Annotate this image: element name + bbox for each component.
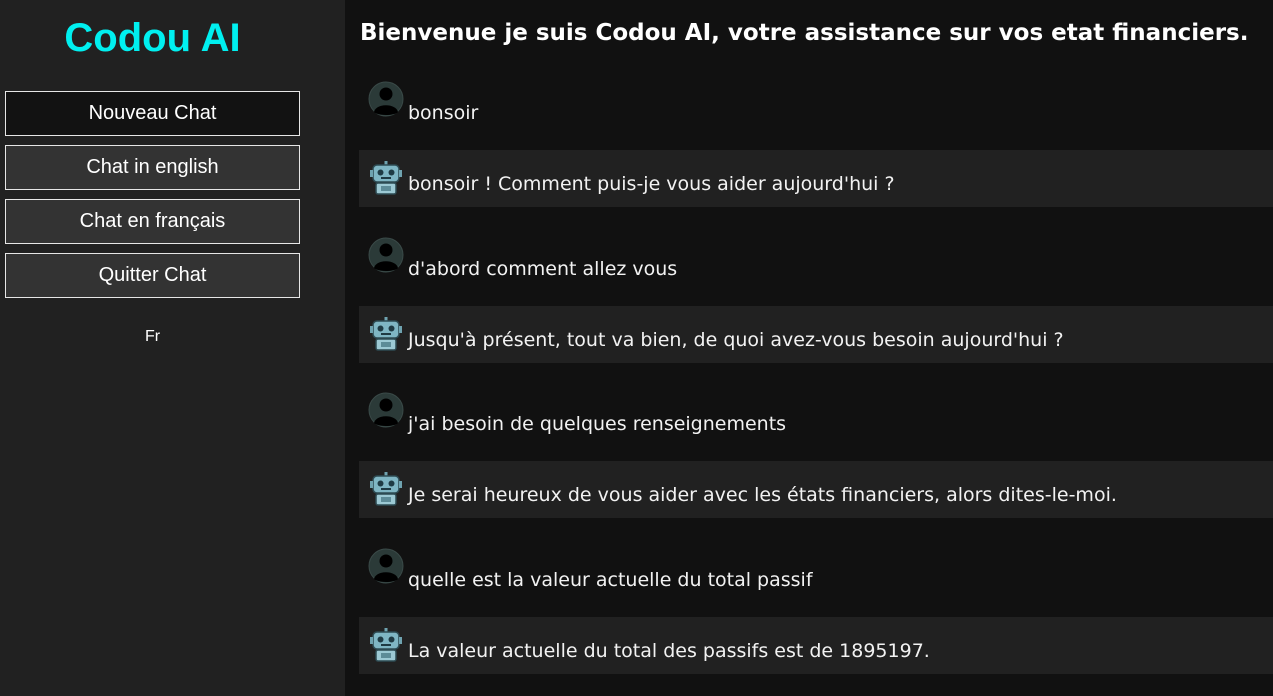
- chat-message-bot: bonsoir ! Comment puis-je vous aider auj…: [359, 150, 1273, 207]
- user-avatar-icon: [368, 237, 404, 273]
- chat-french-button[interactable]: Chat en français: [5, 199, 300, 244]
- message-text: La valeur actuelle du total des passifs …: [408, 640, 930, 662]
- quit-chat-button[interactable]: Quitter Chat: [5, 253, 300, 298]
- sidebar: Codou AI Nouveau Chat Chat in english Ch…: [0, 0, 345, 696]
- chat-message-bot: La valeur actuelle du total des passifs …: [359, 617, 1273, 674]
- new-chat-button[interactable]: Nouveau Chat: [5, 91, 300, 136]
- message-text: bonsoir ! Comment puis-je vous aider auj…: [408, 173, 895, 195]
- robot-avatar-icon: [368, 627, 404, 663]
- language-indicator: Fr: [144, 328, 161, 345]
- message-text: Je serai heureux de vous aider avec les …: [408, 484, 1117, 506]
- chat-message-user: bonsoir: [359, 79, 1273, 136]
- chat-message-bot: Jusqu'à présent, tout va bien, de quoi a…: [359, 306, 1273, 363]
- chat-area: Bienvenue je suis Codou AI, votre assist…: [345, 0, 1273, 696]
- app-logo-title: Codou AI: [64, 16, 241, 60]
- chat-english-button[interactable]: Chat in english: [5, 145, 300, 190]
- page-title: Bienvenue je suis Codou AI, votre assist…: [360, 20, 1249, 46]
- robot-avatar-icon: [368, 471, 404, 507]
- robot-avatar-icon: [368, 316, 404, 352]
- robot-avatar-icon: [368, 160, 404, 196]
- message-text: j'ai besoin de quelques renseignements: [408, 413, 787, 435]
- user-avatar-icon: [368, 392, 404, 428]
- user-avatar-icon: [368, 81, 404, 117]
- message-text: quelle est la valeur actuelle du total p…: [408, 569, 813, 591]
- chat-message-bot: Je serai heureux de vous aider avec les …: [359, 461, 1273, 518]
- chat-message-user: d'abord comment allez vous: [359, 235, 1273, 292]
- message-text: Jusqu'à présent, tout va bien, de quoi a…: [408, 329, 1064, 351]
- user-avatar-icon: [368, 548, 404, 584]
- chat-message-user: j'ai besoin de quelques renseignements: [359, 390, 1273, 447]
- chat-message-user: quelle est la valeur actuelle du total p…: [359, 546, 1273, 603]
- app: Codou AI Nouveau Chat Chat in english Ch…: [0, 0, 1273, 696]
- message-text: bonsoir: [408, 102, 479, 124]
- message-text: d'abord comment allez vous: [408, 258, 678, 280]
